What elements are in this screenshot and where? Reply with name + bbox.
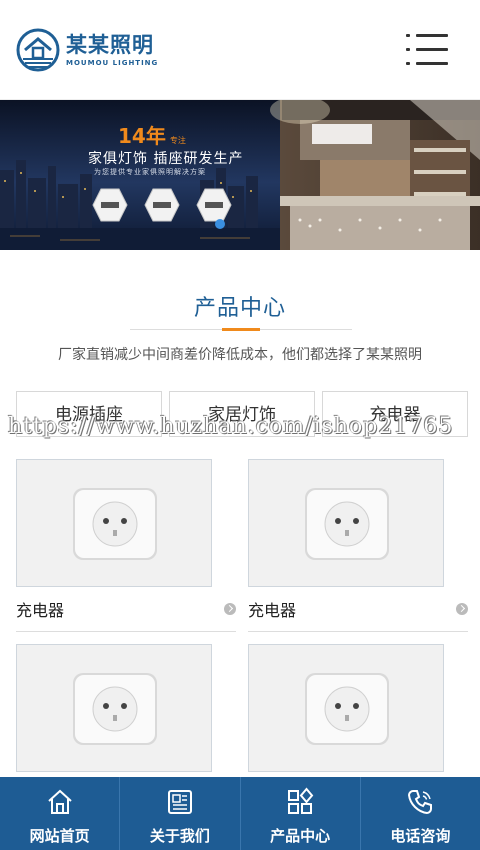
newspaper-icon [167,790,192,814]
carousel-dot[interactable] [215,219,225,229]
nav-label: 网站首页 [29,827,90,845]
banner-note: 为您提供专业家俱照明解决方案 [94,168,206,176]
banner-years: 14年 [118,124,166,148]
feature-hex-icon [92,188,128,222]
divider [16,631,236,632]
banner-subtitle: 家俱灯饰 插座研发生产 [88,151,244,167]
nav-label: 产品中心 [270,827,331,845]
title-accent-bar [222,328,260,331]
banner-background [0,100,480,250]
chevron-right-icon[interactable] [456,603,468,615]
product-image[interactable] [16,644,212,772]
logo-title: 某某照明 [66,33,154,57]
nav-label: 关于我们 [149,827,210,845]
logo[interactable]: 某某照明 MOUMOU LIGHTING [16,28,158,72]
chevron-right-icon[interactable] [224,603,236,615]
grid-icon [288,787,314,814]
phone-icon [408,790,433,815]
home-icon [47,789,72,814]
socket-image [17,645,211,771]
product-image[interactable] [248,644,444,772]
product-name[interactable]: 充电器 [16,597,64,621]
socket-image [249,645,443,771]
socket-image [249,460,443,586]
nav-item-products[interactable]: 产品中心 [241,777,361,850]
divider [248,631,468,632]
banner-headline: 14年 专注 [118,120,186,149]
nav-item-about[interactable]: 关于我们 [120,777,241,850]
logo-subtitle: MOUMOU LIGHTING [66,59,159,67]
product-image[interactable] [248,459,444,587]
hero-banner[interactable]: 14年 专注 家俱灯饰 插座研发生产 为您提供专业家俱照明解决方案 [0,100,480,250]
nav-item-phone[interactable]: 电话咨询 [361,777,480,850]
socket-image [17,460,211,586]
site-header: 某某照明 MOUMOU LIGHTING [0,0,480,100]
section-title: 产品中心 [193,296,286,321]
product-name[interactable]: 充电器 [248,597,296,621]
section-description: 厂家直销减少中间商差价降低成本，他们都选择了某某照明 [58,347,422,363]
product-image[interactable] [16,459,212,587]
feature-hex-icon [144,188,180,222]
feature-hex-icon [196,188,232,222]
watermark-text: https://www.huzhan.com/ishop21765 [8,414,454,439]
nav-item-home[interactable]: 网站首页 [0,777,121,850]
bottom-nav: 网站首页 关于我们 产品中心 电话咨询 [0,777,480,850]
menu-icon[interactable] [402,30,452,70]
logo-house-icon [16,28,60,72]
nav-label: 电话咨询 [390,827,451,845]
banner-tag: 专注 [169,136,186,145]
